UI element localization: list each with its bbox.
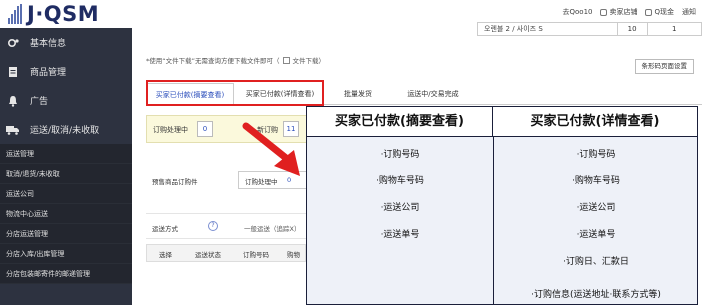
col-select: 选择	[159, 251, 172, 259]
col-status: 运送状态	[195, 251, 221, 259]
sidebar-submenu: 运送管理 取消/退货/未收取 运送公司 物流中心运送 分店运送管理 分店入库/出…	[0, 144, 132, 284]
document-icon	[6, 66, 20, 78]
sidebar-item-shipping[interactable]: 运送/取消/未收取	[0, 115, 132, 144]
status-label-processing: 订购处理中	[153, 126, 188, 134]
shipping-method-value[interactable]: 一般运送（追踪X）	[244, 223, 300, 233]
logo[interactable]: J·QSM	[8, 1, 99, 27]
tab-bulk-shipping[interactable]: 批量发货	[326, 83, 390, 105]
detail-item: ·订购日、汇款日	[563, 257, 629, 267]
link-seller-shop[interactable]: 卖家店铺	[600, 7, 637, 17]
tab-in-transit[interactable]: 运送中/交易完成	[390, 83, 476, 105]
sidebar-subitem-cancel-return[interactable]: 取消/退货/未收取	[0, 164, 132, 184]
compare-title-detail: 买家已付款(详情查看)	[493, 107, 697, 137]
presale-label: 预售商品订购件	[152, 178, 198, 186]
arrow-icon	[242, 122, 300, 176]
link-qcash[interactable]: Q现金	[645, 7, 674, 17]
detail-item: ·购物车号码	[572, 176, 620, 186]
shop-icon	[600, 8, 608, 16]
link-notice[interactable]: 通知	[682, 7, 696, 17]
sidebar-subitem-branch-shipping[interactable]: 分店运送管理	[0, 224, 132, 244]
logo-mark	[8, 4, 22, 24]
col-cart: 购物	[287, 251, 300, 259]
comparison-table: 买家已付款(摘要查看) 买家已付款(详情查看) ·订购号码 ·购物车号码 ·运送…	[306, 106, 698, 305]
sidebar-subitem-branch-stock[interactable]: 分店入库/出库管理	[0, 244, 132, 264]
page: J·QSM 去Qoo10 卖家店铺 Q现金 通知 基本信息 商品管理 广告 运送…	[0, 0, 702, 305]
grid-header: 选择 运送状态 订购号码 购物	[146, 244, 306, 262]
col-order-no: 订购号码	[243, 251, 269, 259]
detail-item: ·运送单号	[576, 230, 616, 240]
gear-icon	[6, 37, 20, 49]
sidebar-subitem-logistics[interactable]: 物流中心运送	[0, 204, 132, 224]
cash-icon	[645, 8, 653, 16]
sidebar-subitem-shipping-mgmt[interactable]: 运送管理	[0, 144, 132, 164]
detail-item: ·运送公司	[576, 203, 616, 213]
barcode-settings-button[interactable]: 条形码页面设置	[634, 59, 694, 74]
divider	[146, 213, 306, 214]
summary-item: ·运送单号	[380, 230, 420, 240]
detail-item: ·订购号码	[576, 150, 616, 160]
summary-item: ·运送公司	[380, 203, 420, 213]
truck-icon	[6, 124, 20, 136]
top-links: 去Qoo10 卖家店铺 Q现金 通知	[563, 7, 697, 17]
bell-icon	[6, 95, 20, 107]
detail-item: ·订购信息(运送地址·联系方式等)	[531, 290, 661, 300]
sidebar: 基本信息 商品管理 广告 运送/取消/未收取 运送管理 取消/退货/未收取 运送…	[0, 28, 132, 305]
file-download-checkbox[interactable]	[282, 56, 290, 64]
divider	[146, 238, 306, 239]
logo-text: J·QSM	[27, 2, 100, 26]
table-row: 오렌블 2 / 사이즈 S 10 1	[477, 22, 702, 36]
summary-item: ·购物车号码	[376, 176, 424, 186]
shipping-method-label: 运送方式	[152, 225, 178, 233]
sidebar-item-ads[interactable]: 广告	[0, 86, 132, 115]
status-count-processing[interactable]: 0	[197, 121, 213, 137]
sidebar-subitem-carrier[interactable]: 运送公司	[0, 184, 132, 204]
link-qoo10[interactable]: 去Qoo10	[563, 7, 593, 17]
sidebar-item-product[interactable]: 商品管理	[0, 57, 132, 86]
download-notice: *使用“文件下载”无需查询方便下载文件即可（ 文件下载）	[146, 56, 325, 65]
summary-item: ·订购号码	[380, 150, 420, 160]
sidebar-subitem-branch-mail[interactable]: 分店包装邮寄件的邮递管理	[0, 264, 132, 284]
compare-title-summary: 买家已付款(摘要查看)	[307, 107, 493, 137]
sidebar-item-basic-info[interactable]: 基本信息	[0, 28, 132, 57]
help-icon[interactable]: ?	[208, 221, 218, 231]
tabs-highlight-box	[146, 80, 324, 106]
